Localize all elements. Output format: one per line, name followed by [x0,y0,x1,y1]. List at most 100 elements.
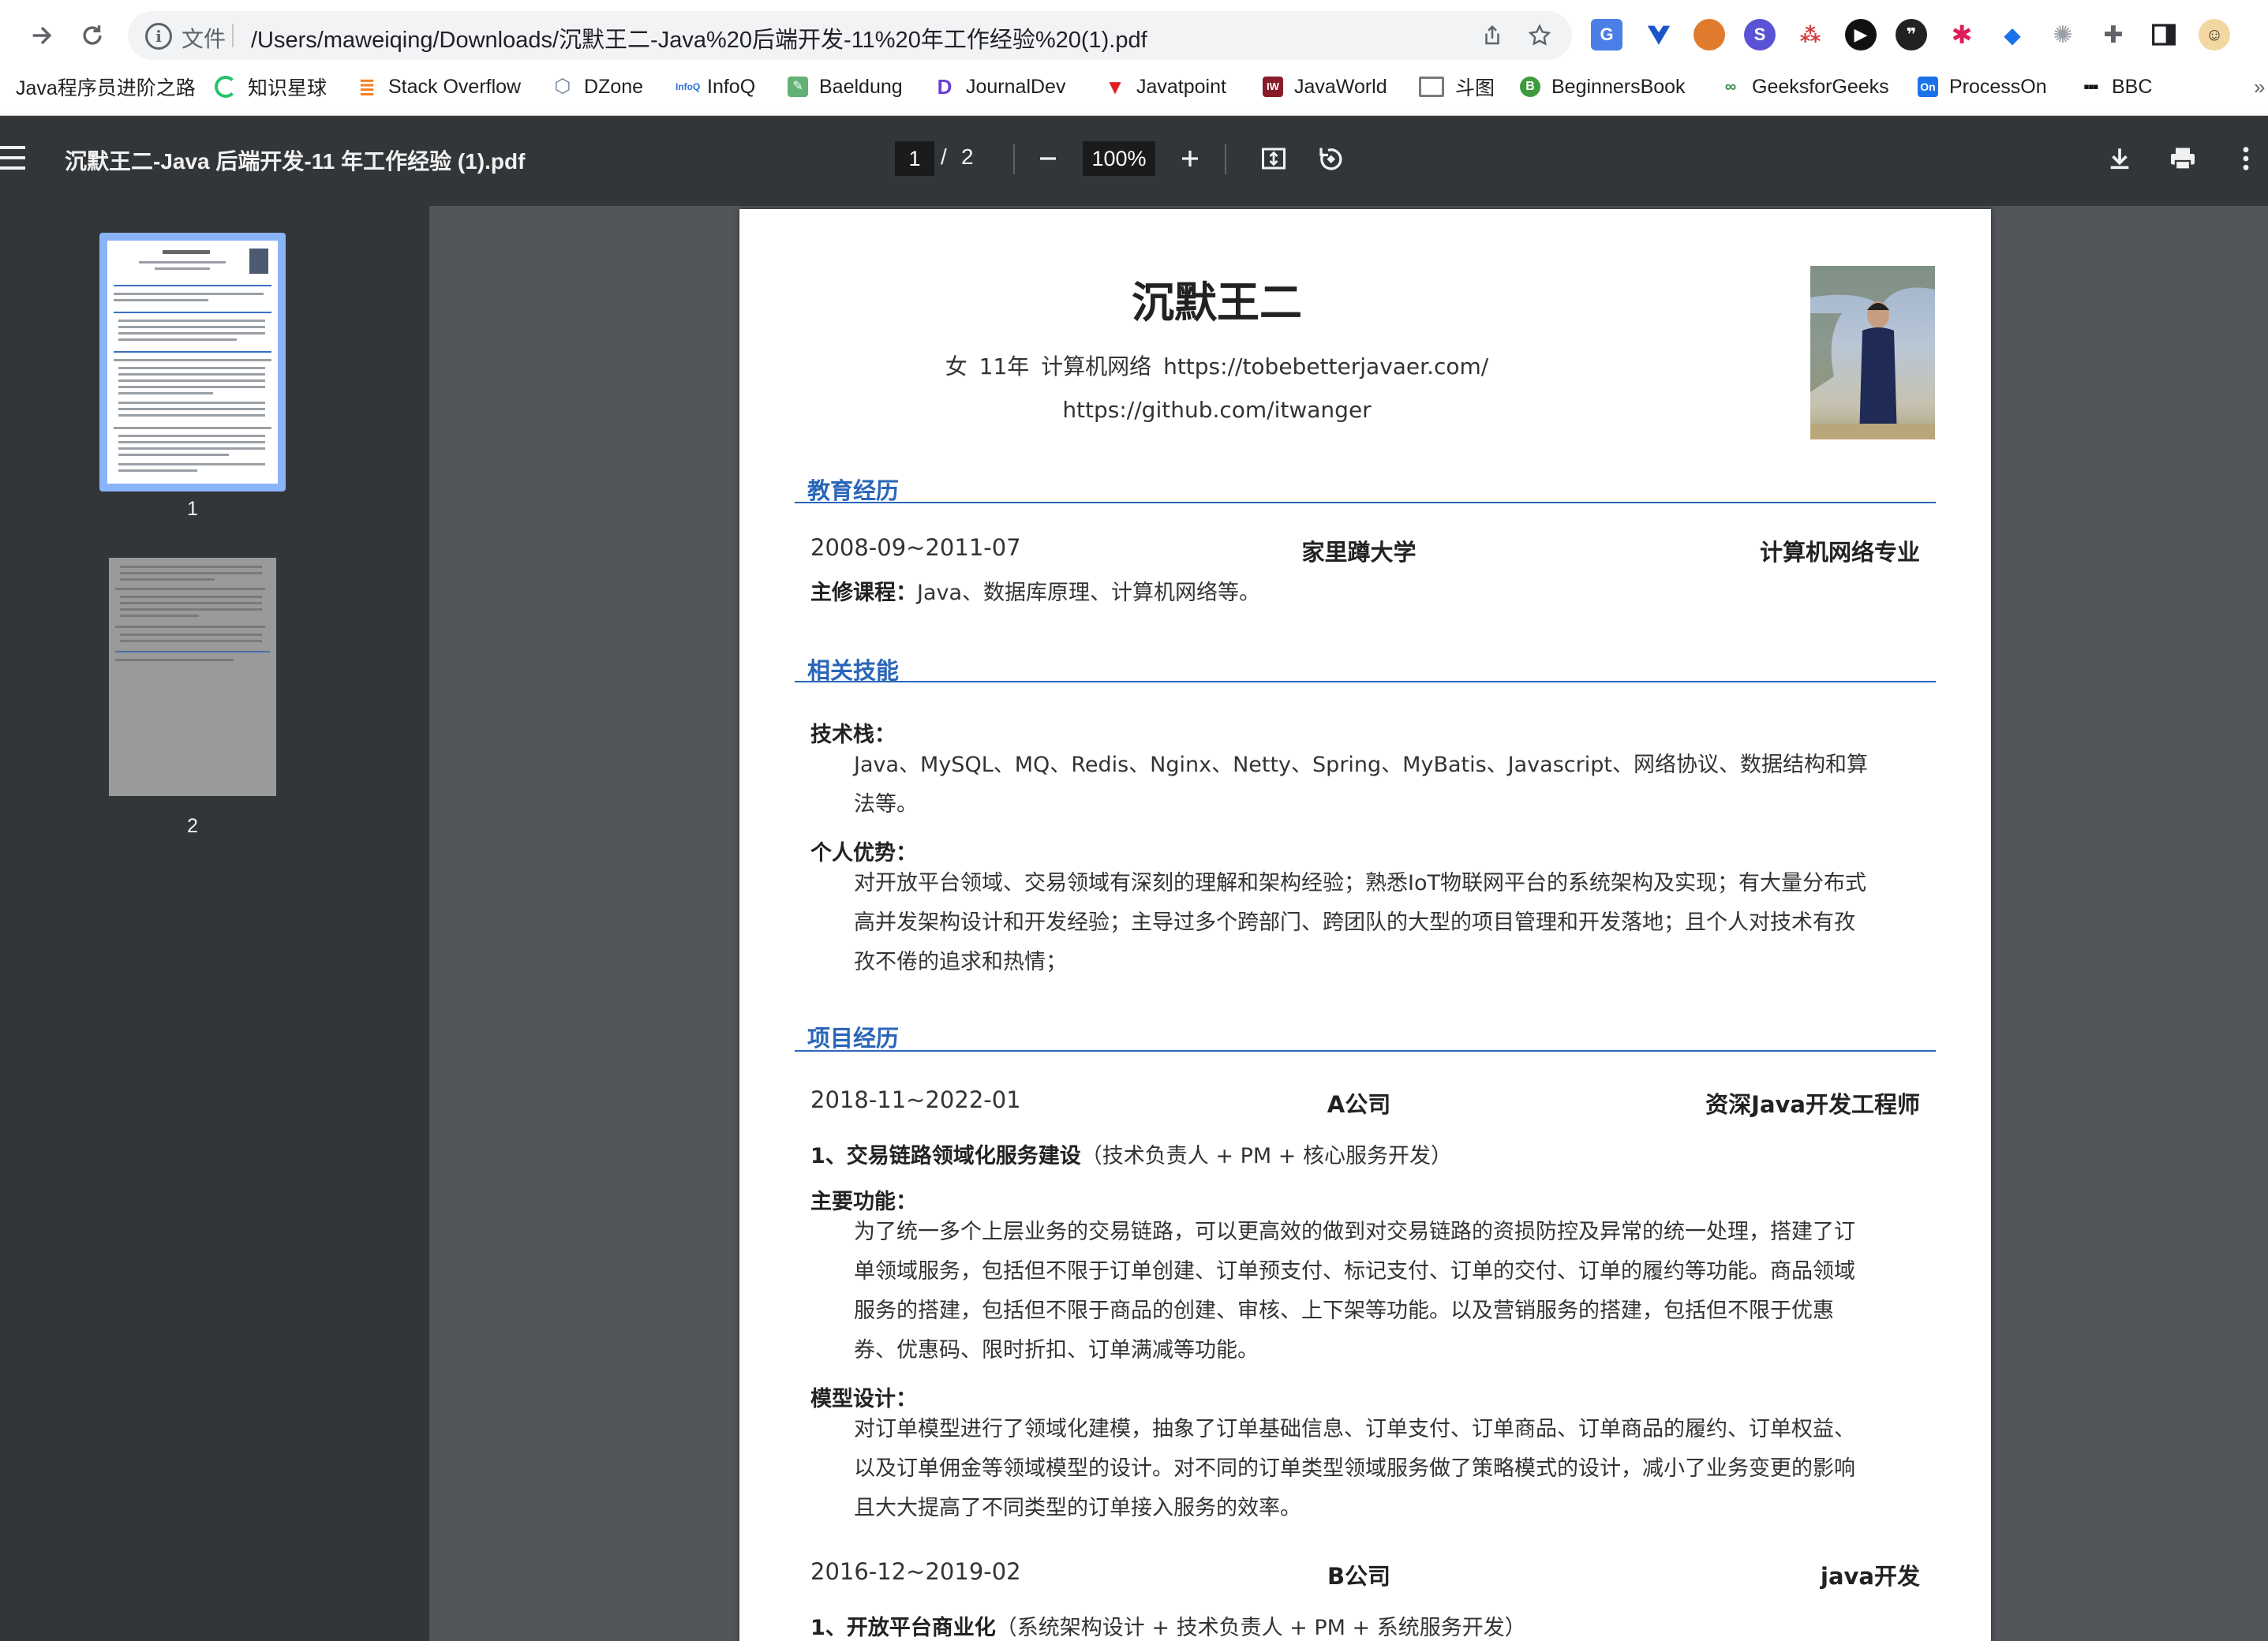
info-icon[interactable]: i [145,23,172,50]
bookmark-label: BeginnersBook [1551,75,1686,98]
education-school: 家里蹲大学 [1301,539,1417,566]
fit-page-icon [1262,148,1286,170]
menu-icon[interactable] [0,146,25,173]
advantage-label: 个人优势： [810,841,917,865]
forward-button[interactable] [21,14,63,57]
processon-icon: On [1918,77,1938,97]
geeksforgeeks-icon: ∞ [1724,78,1737,95]
zoom-out-button[interactable] [1029,140,1067,178]
page-number-input[interactable]: 1 [895,141,934,176]
job-title: java开发 [1821,1563,1920,1590]
thumbnail-sidebar: 1 2 [0,206,429,1641]
bookmark-label: ProcessOn [1949,75,2047,98]
model-label: 模型设计： [810,1387,917,1411]
bookmark-label: JournalDev [966,75,1066,98]
hierarchy-extension-icon[interactable]: ⁂ [1795,19,1826,50]
courses-label: 主修课程： [810,581,917,605]
bookmark-baeldung[interactable]: ✎ Baeldung [788,69,903,104]
more-options-button[interactable] [2227,140,2265,178]
browser-chrome: i 文件 /Users/maweiqing/Downloads/沉默王二-Jav… [0,0,2268,116]
bookmark-label: 斗图 [1455,77,1495,99]
play-extension-icon[interactable]: ▶ [1845,19,1877,50]
download-button[interactable] [2101,140,2139,178]
project-heading: 1、交易链路领域化服务建设（技术负责人 + PM + 核心服务开发） [810,1137,1931,1176]
folder-icon [1419,77,1444,97]
thumbnail-label: 2 [187,815,198,837]
scheme-label: 文件 [182,27,226,51]
bookmark-label: InfoQ [707,75,756,98]
job-company: A公司 [1327,1091,1391,1118]
page-separator: / [941,144,947,169]
url-text[interactable]: /Users/maweiqing/Downloads/沉默王二-Java%20后… [251,21,1147,54]
journaldev-icon: D [937,75,952,99]
resume-name: 沉默王二 [1132,278,1302,327]
function-label: 主要功能： [810,1190,917,1214]
address-divider [232,24,234,47]
stackoverflow-icon: ≣ [358,75,376,99]
fit-page-button[interactable] [1255,140,1293,178]
bookmark-folder-doutu[interactable]: 斗图 [1419,69,1495,104]
slack-extension-icon[interactable]: ✱ [1946,19,1978,50]
graduation-extension-icon[interactable]: ◆ [1997,19,2028,50]
zoom-in-button[interactable] [1171,140,1209,178]
thumbnail-page-1[interactable] [99,233,286,492]
puzzle-icon[interactable]: ✚ [2098,19,2129,50]
project-title: 1、开放平台商业化 [810,1616,996,1640]
section-divider [795,1050,1936,1052]
minus-icon [1040,157,1056,160]
vue-extension-icon[interactable] [1643,19,1675,50]
thumbnail-label: 1 [187,498,198,520]
bookmark-java-learning[interactable]: Java程序员进阶之路 [16,69,196,104]
print-button[interactable] [2164,140,2202,178]
bookmark-label: Java程序员进阶之路 [16,77,196,99]
tech-stack-text: Java、MySQL、MQ、Redis、Nginx、Netty、Spring、M… [854,753,1868,817]
firefox-relay-extension-icon[interactable] [1694,19,1725,50]
bookmark-label: GeeksforGeeks [1752,75,1889,98]
loop-extension-icon[interactable]: S [1744,19,1776,50]
bookmark-geeksforgeeks[interactable]: ∞ GeeksforGeeks [1720,69,1889,104]
section-heading-projects: 项目经历 [807,1025,900,1052]
reload-button[interactable] [71,14,114,57]
pdf-toolbar: 沉默王二-Java 后端开发-11 年工作经验 (1).pdf 1 / 2 10… [0,116,2268,206]
document-viewport[interactable]: 沉默王二 女 11年 计算机网络 https://tobebetterjavae… [429,206,2268,1641]
side-panel-icon[interactable] [2148,19,2180,50]
rotate-button[interactable] [1312,140,1349,178]
education-period: 2008-09~2011-07 [810,534,1021,561]
bookmarks-bar: Java程序员进阶之路 知识星球 ≣ Stack Overflow ⬡ DZon… [0,69,2268,104]
arrow-right-icon [32,26,52,45]
bookmark-beginnersbook[interactable]: B BeginnersBook [1520,69,1686,104]
download-icon [2110,148,2129,170]
chat-extension-icon[interactable]: ❞ [1896,19,1927,50]
chatgpt-extension-icon[interactable]: ✺ [2047,19,2079,50]
share-icon[interactable] [1476,19,1509,52]
bookmark-bbc[interactable]: ▪▪▪ BBC [2080,69,2152,104]
address-bar[interactable]: i 文件 /Users/maweiqing/Downloads/沉默王二-Jav… [128,11,1572,60]
bookmarks-overflow-chevron[interactable]: » [2254,69,2265,104]
bookmark-infoq[interactable]: InfoQ InfoQ [676,69,755,104]
profile-avatar[interactable]: ☺ [2199,19,2230,50]
project-heading: 1、开放平台商业化（系统架构设计 + 技术负责人 + PM + 系统服务开发） [810,1609,1931,1641]
bookmark-javatpoint[interactable]: ▼ Javatpoint [1105,69,1226,104]
project-title: 1、交易链路领域化服务建设 [810,1144,1081,1168]
bookmark-javaworld[interactable]: IW JavaWorld [1263,69,1387,104]
javatpoint-icon: ▼ [1105,75,1125,99]
courses-text: Java、数据库原理、计算机网络等。 [917,581,1261,605]
github-link[interactable]: https://github.com/itwanger [739,397,1694,423]
bookmark-stackoverflow[interactable]: ≣ Stack Overflow [357,69,521,104]
translate-extension-icon[interactable]: G [1591,19,1622,50]
job-period: 2018-11~2022-01 [810,1086,1021,1113]
bookmark-processon[interactable]: On ProcessOn [1918,69,2047,104]
bookmark-star-icon[interactable] [1523,19,1556,52]
bookmark-zsxq[interactable]: 知识星球 [215,69,327,104]
bookmark-label: 知识星球 [248,77,327,99]
bookmark-journaldev[interactable]: D JournalDev [934,69,1066,104]
tech-stack-label: 技术栈： [810,723,896,747]
zoom-level-input[interactable]: 100% [1083,141,1155,176]
bookmark-label: DZone [584,75,644,98]
section-divider [795,502,1936,503]
thumbnail-page-2[interactable] [99,556,286,812]
bookmark-dzone[interactable]: ⬡ DZone [552,69,644,104]
job-company: B公司 [1327,1563,1391,1590]
advantage-text: 对开放平台领域、交易领域有深刻的理解和架构经验；熟悉IoT物联网平台的系统架构及… [854,871,1866,974]
project-role: （系统架构设计 + 技术负责人 + PM + 系统服务开发） [995,1616,1526,1640]
